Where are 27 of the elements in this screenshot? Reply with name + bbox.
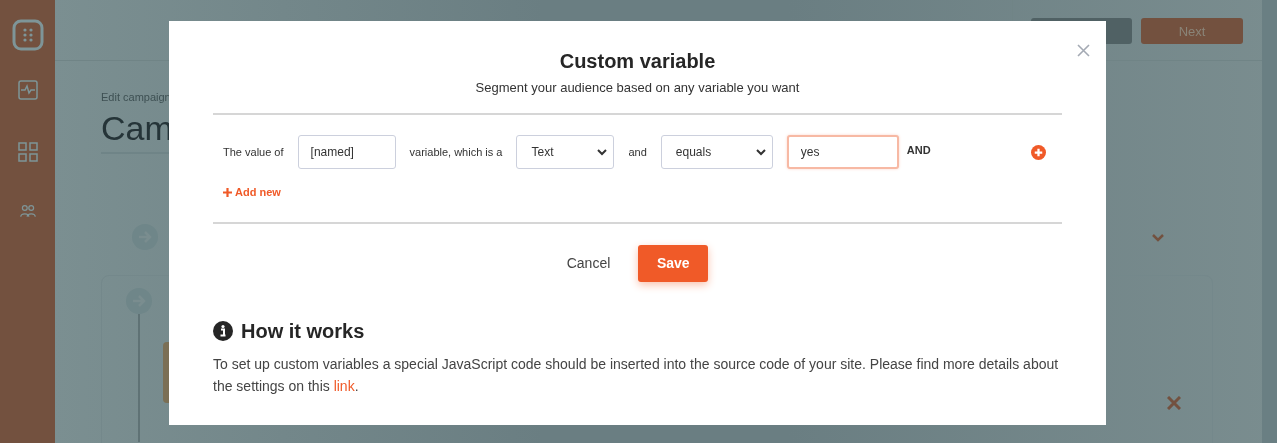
users-icon[interactable]	[17, 204, 38, 220]
arrow-circle-icon	[126, 288, 152, 314]
breadcrumb: Edit campaign	[101, 91, 172, 103]
chevron-down-icon[interactable]	[1152, 234, 1164, 242]
activity-icon[interactable]	[17, 80, 38, 100]
cancel-button[interactable]: Cancel	[566, 247, 611, 279]
type-select[interactable]: Text	[516, 135, 615, 169]
joiner-label: AND	[906, 144, 931, 156]
add-icon[interactable]	[1031, 145, 1046, 160]
operator-select[interactable]: equals	[660, 135, 773, 169]
chevron-down-icon	[755, 148, 766, 156]
condition-label: variable, which is a	[409, 146, 503, 158]
variable-name-field[interactable]: [named]	[297, 135, 396, 169]
modal-subtitle: Segment your audience based on any variable you want	[474, 80, 801, 95]
modal-title: Custom variable	[558, 50, 717, 73]
grid-icon[interactable]	[17, 142, 38, 162]
plus-icon	[223, 187, 232, 197]
condition-label: The value of	[223, 146, 284, 158]
value-field[interactable]: yes	[786, 135, 899, 169]
chevron-down-icon	[597, 148, 608, 156]
info-icon	[213, 321, 233, 341]
logo-icon[interactable]	[11, 19, 44, 51]
condition-label: and	[628, 146, 647, 158]
help-title: How it works	[241, 319, 365, 343]
help-text: To set up custom variables a special JavaScript code should be inserted into the source code of your site. Please find more details about the settings on this link.	[213, 354, 1060, 396]
close-icon[interactable]	[1077, 44, 1090, 57]
close-icon[interactable]	[1167, 396, 1181, 410]
